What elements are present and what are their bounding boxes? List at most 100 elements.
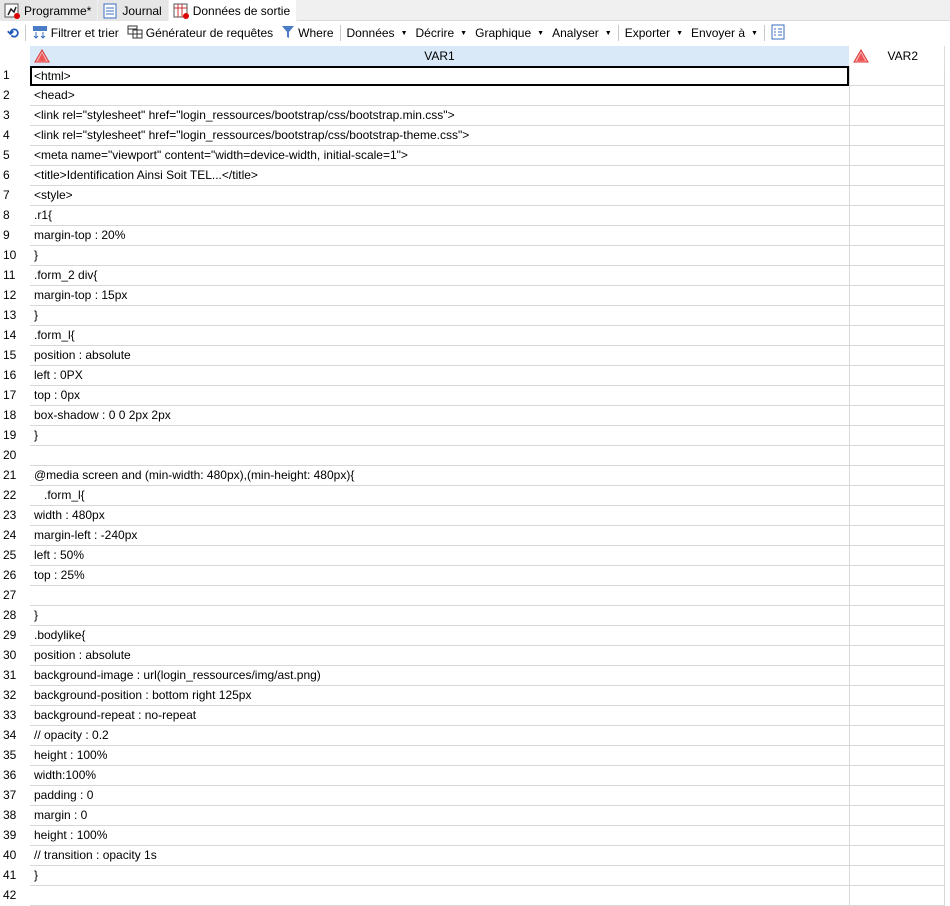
cell-var2[interactable] xyxy=(849,86,945,106)
column-header-var1[interactable]: VAR1 xyxy=(30,46,849,66)
cell-var1[interactable]: padding : 0 xyxy=(30,786,849,806)
cell-var2[interactable] xyxy=(849,126,945,146)
tab-journal[interactable]: Journal xyxy=(98,0,169,21)
cell-var1[interactable]: <html> xyxy=(30,66,849,86)
analyze-menu[interactable]: Analyser ▼ xyxy=(548,23,616,43)
cell-var1[interactable]: // transition : opacity 1s xyxy=(30,846,849,866)
cell-var2[interactable] xyxy=(849,866,945,886)
cell-var2[interactable] xyxy=(849,346,945,366)
cell-var1[interactable]: height : 100% xyxy=(30,826,849,846)
cell-var1[interactable]: <style> xyxy=(30,186,849,206)
cell-var2[interactable] xyxy=(849,426,945,446)
cell-var2[interactable] xyxy=(849,546,945,566)
cell-var2[interactable] xyxy=(849,606,945,626)
cell-var2[interactable] xyxy=(849,446,945,466)
cell-var2[interactable] xyxy=(849,146,945,166)
tab-programme[interactable]: Programme* xyxy=(0,0,99,21)
cell-var1[interactable]: width:100% xyxy=(30,766,849,786)
cell-var1[interactable]: .bodylike{ xyxy=(30,626,849,646)
column-header-var2[interactable]: VAR2 xyxy=(849,46,945,66)
cell-var2[interactable] xyxy=(849,246,945,266)
cell-var1[interactable]: .form_l{ xyxy=(30,486,849,506)
cell-var2[interactable] xyxy=(849,846,945,866)
cell-var1[interactable]: <head> xyxy=(30,86,849,106)
cell-var2[interactable] xyxy=(849,466,945,486)
cell-var1[interactable]: <meta name="viewport" content="width=dev… xyxy=(30,146,849,166)
cell-var1[interactable]: top : 25% xyxy=(30,566,849,586)
cell-var2[interactable] xyxy=(849,566,945,586)
cell-var1[interactable]: .form_2 div{ xyxy=(30,266,849,286)
cell-var2[interactable] xyxy=(849,266,945,286)
cell-var1[interactable]: .r1{ xyxy=(30,206,849,226)
cell-var1[interactable]: } xyxy=(30,246,849,266)
cell-var1[interactable]: background-position : bottom right 125px xyxy=(30,686,849,706)
cell-var2[interactable] xyxy=(849,826,945,846)
cell-var2[interactable] xyxy=(849,646,945,666)
cell-var2[interactable] xyxy=(849,406,945,426)
cell-var2[interactable] xyxy=(849,746,945,766)
cell-var1[interactable]: <link rel="stylesheet" href="login_resso… xyxy=(30,126,849,146)
cell-var1[interactable]: left : 0PX xyxy=(30,366,849,386)
cell-var2[interactable] xyxy=(849,286,945,306)
cell-var1[interactable]: margin-left : -240px xyxy=(30,526,849,546)
filter-sort-button[interactable]: Filtrer et trier xyxy=(28,23,123,43)
cell-var1[interactable]: <link rel="stylesheet" href="login_resso… xyxy=(30,106,849,126)
cell-var1[interactable]: <title>Identification Ainsi Soit TEL...<… xyxy=(30,166,849,186)
cell-var1[interactable]: } xyxy=(30,306,849,326)
cell-var1[interactable] xyxy=(30,446,849,466)
cell-var1[interactable]: background-repeat : no-repeat xyxy=(30,706,849,726)
cell-var1[interactable]: margin-top : 15px xyxy=(30,286,849,306)
cell-var1[interactable]: } xyxy=(30,606,849,626)
query-builder-button[interactable]: Générateur de requêtes xyxy=(123,23,277,43)
cell-var2[interactable] xyxy=(849,686,945,706)
cell-var2[interactable] xyxy=(849,626,945,646)
cell-var2[interactable] xyxy=(849,506,945,526)
send-to-menu[interactable]: Envoyer à ▼ xyxy=(687,23,762,43)
properties-button[interactable] xyxy=(767,23,789,43)
graph-menu[interactable]: Graphique ▼ xyxy=(471,23,548,43)
cell-var2[interactable] xyxy=(849,806,945,826)
cell-var2[interactable] xyxy=(849,326,945,346)
cell-var1[interactable]: box-shadow : 0 0 2px 2px xyxy=(30,406,849,426)
cell-var2[interactable] xyxy=(849,586,945,606)
cell-var2[interactable] xyxy=(849,306,945,326)
cell-var2[interactable] xyxy=(849,386,945,406)
cell-var1[interactable]: .form_l{ xyxy=(30,326,849,346)
cell-var2[interactable] xyxy=(849,526,945,546)
cell-var1[interactable]: margin : 0 xyxy=(30,806,849,826)
cell-var1[interactable]: margin-top : 20% xyxy=(30,226,849,246)
where-button[interactable]: Where xyxy=(277,23,337,43)
data-menu[interactable]: Données ▼ xyxy=(343,23,412,43)
cell-var1[interactable]: height : 100% xyxy=(30,746,849,766)
cell-var1[interactable]: } xyxy=(30,426,849,446)
cell-var2[interactable] xyxy=(849,766,945,786)
cell-var1[interactable]: top : 0px xyxy=(30,386,849,406)
cell-var1[interactable] xyxy=(30,586,849,606)
cell-var2[interactable] xyxy=(849,726,945,746)
cell-var1[interactable]: // opacity : 0.2 xyxy=(30,726,849,746)
cell-var2[interactable] xyxy=(849,206,945,226)
cell-var2[interactable] xyxy=(849,186,945,206)
export-menu[interactable]: Exporter ▼ xyxy=(621,23,687,43)
cell-var1[interactable]: width : 480px xyxy=(30,506,849,526)
cell-var2[interactable] xyxy=(849,166,945,186)
cell-var2[interactable] xyxy=(849,706,945,726)
refresh-button[interactable]: ⟲ xyxy=(3,23,23,43)
describe-menu[interactable]: Décrire ▼ xyxy=(412,23,472,43)
cell-var1[interactable]: position : absolute xyxy=(30,646,849,666)
cell-var1[interactable]: background-image : url(login_ressources/… xyxy=(30,666,849,686)
cell-var1[interactable]: position : absolute xyxy=(30,346,849,366)
cell-var2[interactable] xyxy=(849,886,945,906)
cell-var1[interactable] xyxy=(30,886,849,906)
cell-var1[interactable]: left : 50% xyxy=(30,546,849,566)
cell-var2[interactable] xyxy=(849,666,945,686)
cell-var2[interactable] xyxy=(849,486,945,506)
cell-var2[interactable] xyxy=(849,366,945,386)
cell-var2[interactable] xyxy=(849,226,945,246)
cell-var2[interactable] xyxy=(849,786,945,806)
cell-var1[interactable]: @media screen and (min-width: 480px),(mi… xyxy=(30,466,849,486)
tab-donnees-de-sortie[interactable]: Données de sortie xyxy=(168,0,298,22)
cell-var2[interactable] xyxy=(849,106,945,126)
cell-var1[interactable]: } xyxy=(30,866,849,886)
cell-var2[interactable] xyxy=(849,66,945,86)
